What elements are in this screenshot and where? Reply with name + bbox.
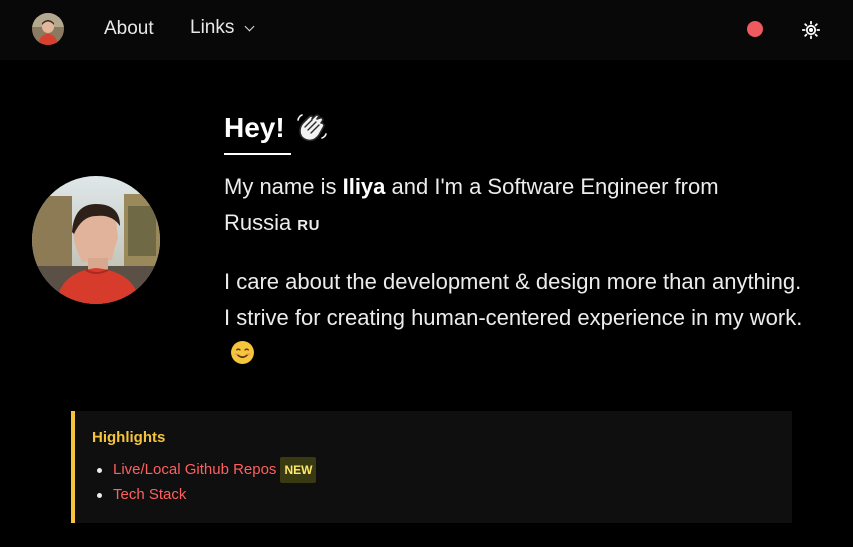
intro-paragraph: My name is Iliya and I'm a Software Engi… bbox=[224, 169, 804, 244]
hero-content: Hey! My name is Iliya and I'm a Software… bbox=[224, 106, 804, 372]
profile-image bbox=[32, 176, 160, 304]
nav-links-dropdown[interactable]: Links bbox=[190, 17, 255, 39]
highlights-list: Live/Local Github Repos NEW Tech Stack bbox=[92, 457, 792, 507]
smiling-face-icon bbox=[231, 341, 254, 364]
nav-avatar[interactable] bbox=[32, 13, 64, 45]
theme-toggle-button[interactable] bbox=[801, 20, 821, 40]
github-repos-link[interactable]: Live/Local Github Repos bbox=[113, 458, 276, 482]
status-dot[interactable] bbox=[747, 21, 763, 37]
avatar-image bbox=[32, 13, 64, 45]
mission-text: I care about the development & design mo… bbox=[224, 269, 803, 330]
nav-about-label: About bbox=[104, 18, 154, 39]
list-item: Tech Stack bbox=[92, 483, 792, 507]
list-item: Live/Local Github Repos NEW bbox=[92, 457, 792, 483]
bullet-icon bbox=[97, 467, 102, 473]
bullet-icon bbox=[97, 492, 102, 498]
country-flag-text: RU bbox=[297, 217, 320, 234]
navbar: About Links bbox=[0, 0, 853, 60]
greeting-text: Hey! bbox=[224, 112, 285, 143]
profile-photo bbox=[32, 176, 160, 304]
mission-paragraph: I care about the development & design mo… bbox=[224, 264, 804, 372]
nav-links-label: Links bbox=[190, 17, 235, 38]
sun-icon bbox=[801, 20, 821, 40]
nav-about-link[interactable]: About bbox=[104, 18, 154, 40]
tech-stack-link[interactable]: Tech Stack bbox=[113, 483, 186, 507]
page-title: Hey! bbox=[224, 106, 329, 150]
waving-hand-icon bbox=[296, 114, 327, 142]
highlights-callout: Highlights Live/Local Github Repos NEW T… bbox=[71, 411, 792, 523]
intro-prefix: My name is bbox=[224, 174, 343, 199]
highlights-title: Highlights bbox=[92, 429, 166, 446]
author-name: Iliya bbox=[342, 174, 386, 199]
chevron-down-icon bbox=[244, 21, 255, 31]
title-underline bbox=[224, 153, 291, 155]
new-badge: NEW bbox=[280, 457, 317, 483]
